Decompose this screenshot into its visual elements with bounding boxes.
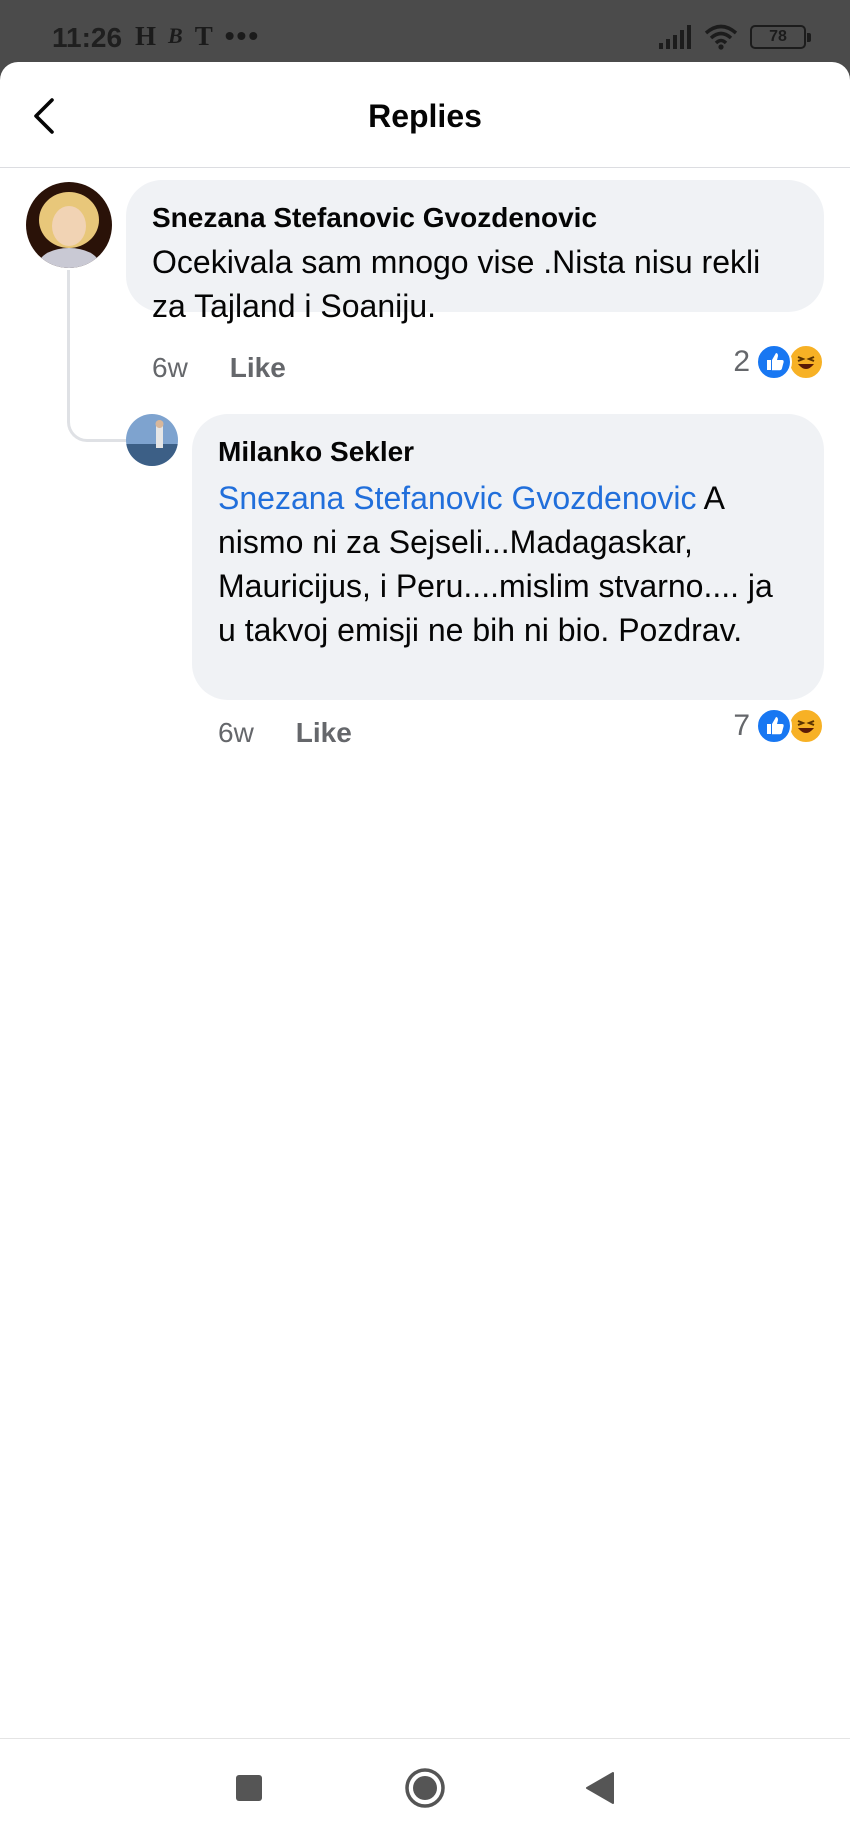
like-reaction-icon [756,344,792,380]
like-button[interactable]: Like [296,717,352,749]
home-circle-icon [405,1768,445,1808]
status-bar: 11:26 H B T ••• 78 [0,0,850,66]
avatar[interactable] [26,182,112,268]
status-time: 11:26 [52,22,123,53]
haha-reaction-icon [788,344,824,380]
comment-meta: 6w Like [152,352,286,384]
reaction-summary[interactable]: 7 [733,708,824,744]
thread-connector-line [67,270,127,442]
wifi-icon [704,24,738,50]
system-back-button[interactable] [584,1771,616,1810]
reaction-count: 7 [733,709,750,742]
app-b-icon: B [168,23,183,48]
reply-time: 6w [218,717,254,748]
header: Replies [0,62,850,168]
reply-bubble[interactable]: Milanko Sekler Snezana Stefanovic Gvozde… [192,414,824,700]
reply-meta: 6w Like [218,717,352,749]
avatar-image [26,182,112,268]
reply-text: Snezana Stefanovic Gvozdenovic A nismo n… [218,476,798,652]
signal-icon [659,25,691,49]
like-button[interactable]: Like [230,352,286,384]
comment-text: Ocekivala sam mnogo vise .Nista nisu rek… [152,244,761,324]
reaction-summary[interactable]: 2 [733,344,824,380]
avatar[interactable] [126,414,178,466]
back-triangle-icon [586,1772,614,1804]
replies-sheet: Replies Snezana Stefanovic Gvozdenovic O… [0,62,850,1738]
avatar-image [126,414,178,466]
reply-author[interactable]: Milanko Sekler [218,436,798,468]
reaction-count: 2 [733,345,750,378]
home-button[interactable] [404,1767,446,1814]
status-indicators: 78 [658,22,811,52]
app-t-icon: T [194,20,213,51]
like-reaction-icon [756,708,792,744]
page-title: Replies [368,98,482,134]
system-nav-bar [0,1738,850,1841]
recents-button[interactable] [234,1773,264,1808]
comment-bubble[interactable]: Snezana Stefanovic Gvozdenovic Ocekivala… [126,180,824,324]
comment-time: 6w [152,352,188,383]
status-notification-icons: H B T ••• [135,20,260,52]
battery-level: 78 [769,28,787,45]
app-h-icon: H [135,20,157,51]
mention-link[interactable]: Snezana Stefanovic Gvozdenovic [218,480,697,516]
comment-author[interactable]: Snezana Stefanovic Gvozdenovic [152,202,798,234]
haha-reaction-icon [788,708,824,744]
more-notifications-icon: ••• [224,20,261,51]
recents-square-icon [236,1775,262,1801]
battery-icon: 78 [750,25,811,49]
